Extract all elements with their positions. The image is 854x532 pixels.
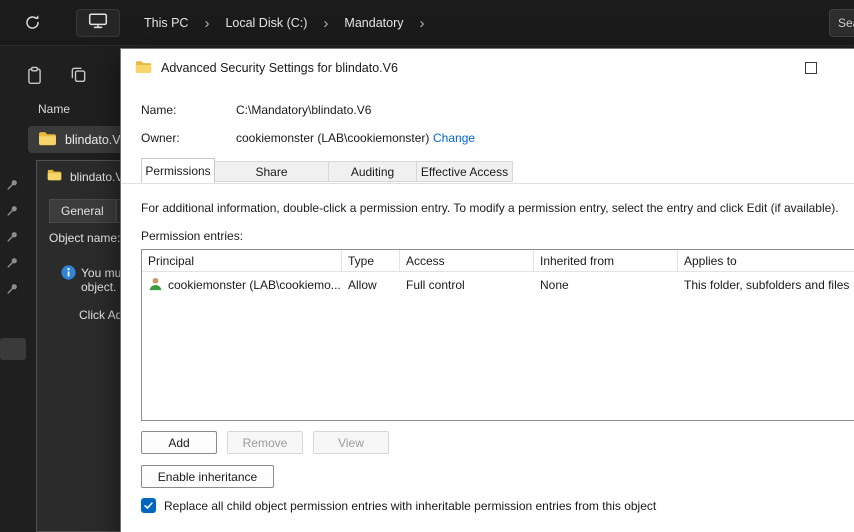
copy-icon[interactable] (70, 66, 92, 88)
view-button[interactable]: View (313, 431, 389, 454)
owner-label: Owner: (141, 131, 180, 145)
dialog-title: Advanced Security Settings for blindato.… (161, 61, 398, 75)
pin-icon (6, 230, 19, 243)
breadcrumb-local-disk-c[interactable]: Local Disk (C:) (217, 11, 315, 35)
name-value: C:\Mandatory\blindato.V6 (236, 103, 372, 117)
dialog-tabs: Permissions Share Auditing Effective Acc… (141, 158, 513, 183)
address-location-button[interactable] (76, 9, 120, 37)
replace-permissions-checkbox[interactable] (141, 498, 156, 513)
dialog-titlebar: Advanced Security Settings for blindato.… (121, 49, 854, 87)
pin-icon (6, 282, 19, 295)
replace-permissions-row: Replace all child object permission entr… (141, 498, 656, 513)
column-header-type[interactable]: Type (342, 250, 400, 271)
properties-titlebar: blindato.V (47, 169, 123, 184)
check-icon (144, 502, 153, 509)
search-text: Sea (838, 16, 854, 30)
column-header-access[interactable]: Access (400, 250, 534, 271)
properties-title: blindato.V (70, 169, 124, 184)
tab-general[interactable]: General (49, 199, 116, 223)
refresh-button[interactable] (22, 14, 42, 34)
chevron-right-icon[interactable]: › (411, 16, 432, 31)
column-header-applies-to[interactable]: Applies to (678, 250, 854, 271)
cell-principal: cookiemonster (LAB\cookiemo... (168, 278, 341, 292)
explorer-address-bar: This PC › Local Disk (C:) › Mandatory › … (0, 0, 854, 46)
properties-info-text: Click Ad (79, 308, 123, 322)
breadcrumb-this-pc[interactable]: This PC (136, 11, 196, 35)
name-label: Name: (141, 103, 177, 117)
tab-permissions[interactable]: Permissions (141, 158, 215, 183)
permission-entries-table[interactable]: Principal Type Access Inherited from App… (141, 249, 854, 421)
search-input[interactable]: Sea (829, 9, 854, 37)
file-name-label: blindato.V6 (65, 132, 128, 147)
add-button[interactable]: Add (141, 431, 217, 454)
permission-entries-label: Permission entries: (141, 229, 244, 243)
folder-icon (135, 60, 152, 77)
change-owner-link[interactable]: Change (433, 131, 475, 145)
pin-icon (6, 256, 19, 269)
object-name-label: Object name: (49, 231, 121, 245)
folder-icon (47, 169, 62, 184)
owner-value: cookiemonster (LAB\cookiemonster) (236, 131, 430, 145)
folder-icon (38, 131, 57, 149)
advanced-security-dialog: Advanced Security Settings for blindato.… (120, 48, 854, 532)
paste-clipboard-icon[interactable] (26, 66, 48, 88)
cell-applies-to: This folder, subfolders and files (684, 278, 850, 292)
column-header-principal[interactable]: Principal (142, 250, 342, 271)
refresh-icon (24, 15, 41, 34)
cell-inherited-from: None (540, 278, 569, 292)
tab-effective-access[interactable]: Effective Access (417, 161, 513, 182)
table-row[interactable]: cookiemonster (LAB\cookiemo... Allow Ful… (142, 272, 854, 298)
column-header-name[interactable]: Name (38, 102, 70, 116)
instructions-text: For additional information, double-click… (141, 201, 839, 215)
pin-icon (6, 178, 19, 191)
this-pc-monitor-icon (88, 12, 108, 34)
cell-access: Full control (406, 278, 465, 292)
properties-info-text: object. (81, 280, 117, 294)
tab-share[interactable]: Share (215, 161, 329, 182)
breadcrumb-mandatory[interactable]: Mandatory (336, 11, 411, 35)
pin-icon (6, 204, 19, 217)
column-header-inherited-from[interactable]: Inherited from (534, 250, 678, 271)
tab-auditing[interactable]: Auditing (329, 161, 417, 182)
replace-permissions-label: Replace all child object permission entr… (164, 498, 657, 513)
table-header: Principal Type Access Inherited from App… (142, 250, 854, 272)
info-icon (61, 265, 76, 283)
nav-pane-highlight[interactable] (0, 338, 26, 360)
enable-inheritance-button[interactable]: Enable inheritance (141, 465, 274, 488)
user-icon (148, 276, 163, 294)
desktop: This PC › Local Disk (C:) › Mandatory › … (0, 0, 854, 532)
tab-baseline (121, 183, 854, 184)
chevron-right-icon[interactable]: › (315, 16, 336, 31)
remove-button[interactable]: Remove (227, 431, 303, 454)
cell-type: Allow (348, 278, 377, 292)
maximize-button[interactable] (805, 62, 817, 74)
chevron-right-icon[interactable]: › (196, 16, 217, 31)
breadcrumb: This PC › Local Disk (C:) › Mandatory › (136, 0, 432, 46)
